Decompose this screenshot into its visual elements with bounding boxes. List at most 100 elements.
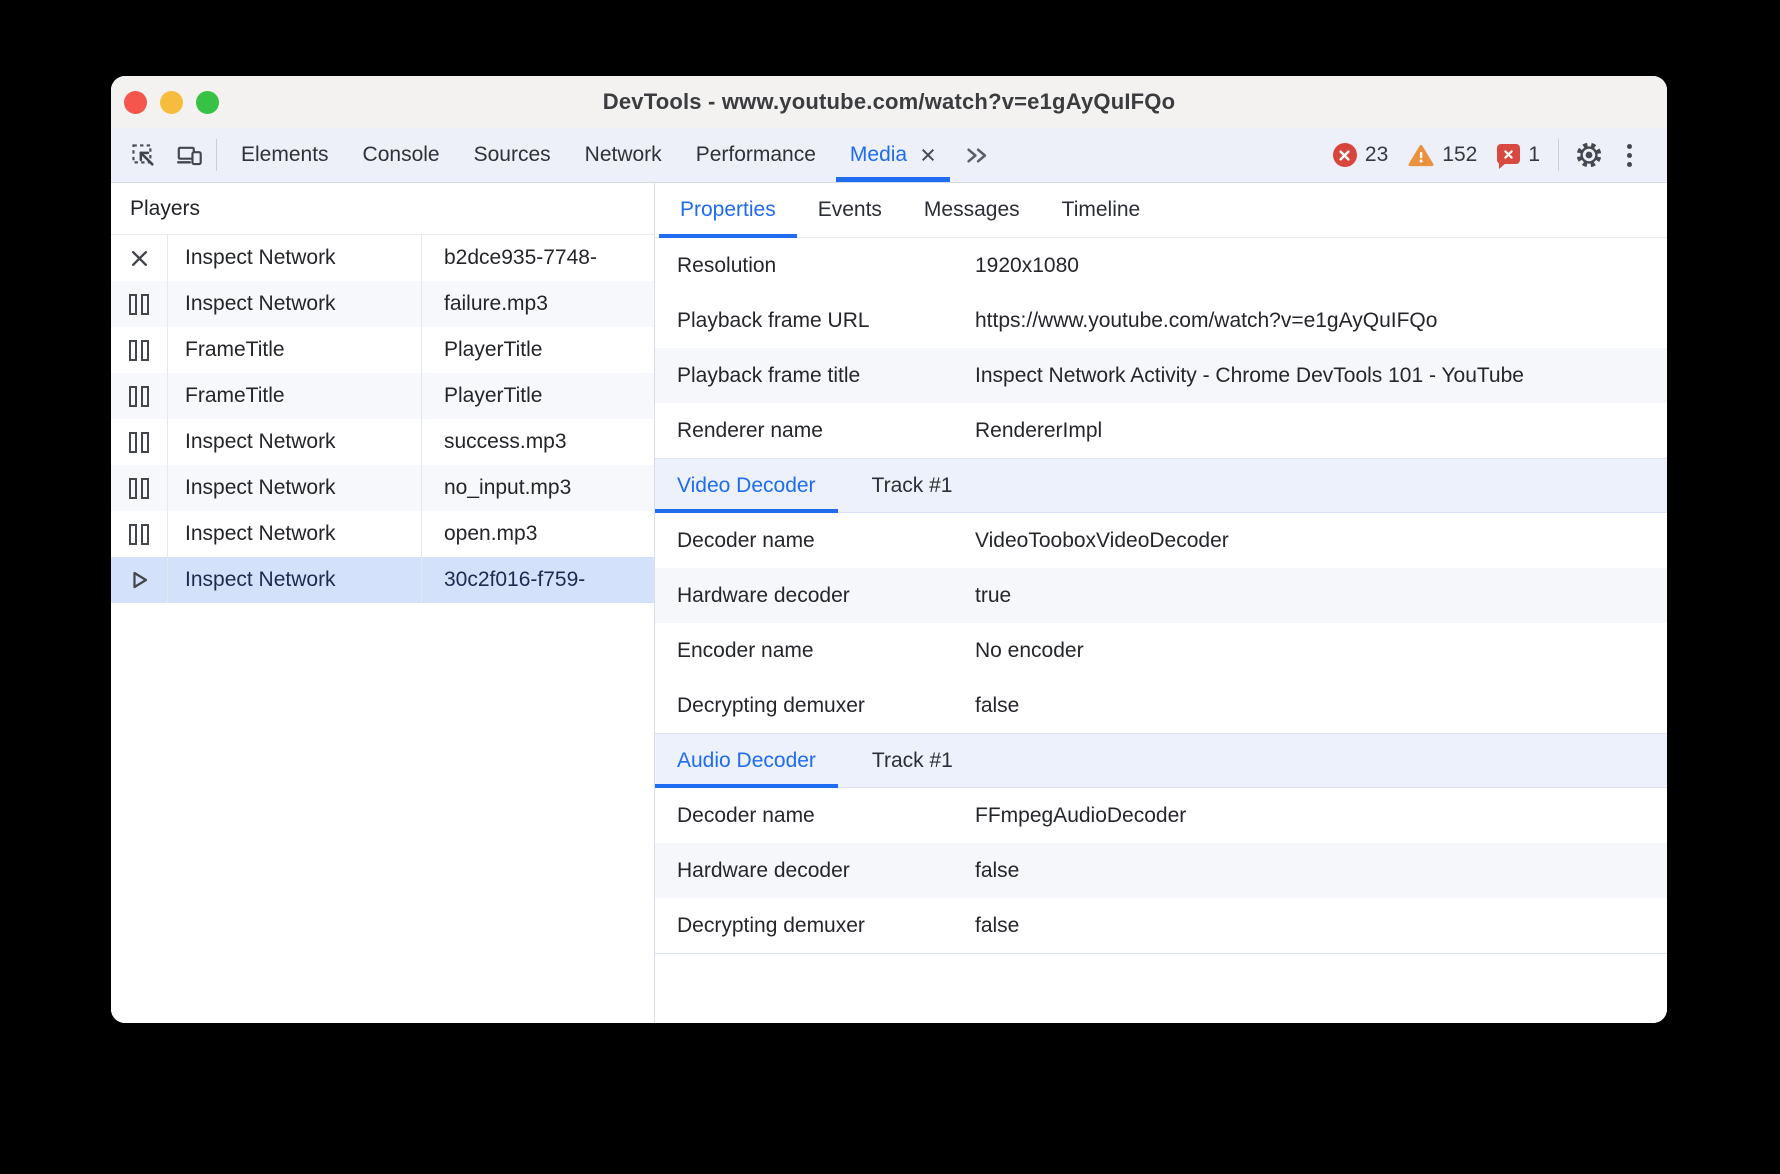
pause-bar [141,386,149,407]
player-row-icon-cell [111,419,168,465]
warning-status[interactable]: 152 [1408,143,1477,167]
section-tab-audio-decoder[interactable]: Audio Decoder [655,734,838,787]
player-row-name: FrameTitle [168,373,422,419]
tab-sources[interactable]: Sources [457,128,568,182]
player-row-icon-cell [111,281,168,327]
detail-body: Resolution1920x1080Playback frame URLhtt… [655,238,1667,1023]
minimize-window-button[interactable] [160,91,183,114]
tab-label: Network [585,143,662,167]
play-icon [128,569,150,591]
tab-label: Console [363,143,440,167]
player-row[interactable]: FrameTitlePlayerTitle [111,373,654,419]
player-row[interactable]: Inspect Network30c2f016-f759- [111,557,654,603]
close-icon [130,249,149,268]
property-value: Inspect Network Activity - Chrome DevToo… [975,364,1667,388]
player-row-value: 30c2f016-f759- [422,557,654,603]
player-row-name: Inspect Network [168,557,422,603]
tab-label: Media [850,143,907,167]
player-row-name: Inspect Network [168,511,422,557]
pause-bar [129,294,137,315]
pause-bar [141,340,149,361]
toolbar-divider [216,139,217,171]
kebab-dot [1627,162,1632,167]
inspect-cursor-icon [130,142,156,168]
section-tab-video-decoder[interactable]: Video Decoder [655,459,838,512]
close-window-button[interactable] [124,91,147,114]
pause-bar [129,432,137,453]
tab-performance[interactable]: Performance [679,128,833,182]
player-row[interactable]: Inspect Networkno_input.mp3 [111,465,654,511]
players-panel-filler [111,603,654,1023]
tab-network[interactable]: Network [568,128,679,182]
players-panel-title: Players [111,183,654,235]
gear-icon [1575,141,1603,169]
player-row-name: FrameTitle [168,327,422,373]
tab-console[interactable]: Console [346,128,457,182]
pause-icon [129,294,149,315]
more-tabs-button[interactable] [953,128,1001,182]
pause-icon [129,432,149,453]
settings-button[interactable] [1569,134,1609,176]
player-row[interactable]: Inspect Networksuccess.mp3 [111,419,654,465]
pause-bar [129,340,137,361]
section-tab-track[interactable]: Track #1 [850,459,975,512]
property-value: RendererImpl [975,419,1667,443]
devtools-content: Players Inspect Networkb2dce935-7748-Ins… [111,183,1667,1023]
property-row: Renderer nameRendererImpl [655,403,1667,458]
detail-tab-messages[interactable]: Messages [903,183,1041,237]
close-panel-tab-icon[interactable]: × [920,145,936,165]
detail-tab-properties[interactable]: Properties [659,183,797,237]
property-label: Encoder name [655,639,975,663]
players-panel: Players Inspect Networkb2dce935-7748-Ins… [111,183,655,1023]
property-value: VideoTooboxVideoDecoder [975,529,1667,553]
property-value: false [975,694,1667,718]
more-options-button[interactable] [1609,134,1649,176]
player-row-value: PlayerTitle [422,373,654,419]
property-row: Encoder nameNo encoder [655,623,1667,678]
title-bar: DevTools - www.youtube.com/watch?v=e1gAy… [111,76,1667,128]
issues-status[interactable]: 1 [1497,143,1540,167]
warning-icon [1408,144,1434,167]
player-row[interactable]: FrameTitlePlayerTitle [111,327,654,373]
player-row-value: b2dce935-7748- [422,235,654,281]
window-title: DevTools - www.youtube.com/watch?v=e1gAy… [603,89,1176,115]
tab-media[interactable]: Media × [833,128,953,182]
toggle-device-toolbar-button[interactable] [169,134,209,176]
detail-tab-timeline[interactable]: Timeline [1041,183,1162,237]
error-icon [1333,143,1357,167]
property-value: No encoder [975,639,1667,663]
property-row: Resolution1920x1080 [655,238,1667,293]
inspect-element-button[interactable] [123,134,163,176]
property-row: Playback frame titleInspect Network Acti… [655,348,1667,403]
pause-icon [129,478,149,499]
zoom-window-button[interactable] [196,91,219,114]
property-value: false [975,914,1667,938]
detail-tab-events[interactable]: Events [797,183,903,237]
detail-tab-strip: PropertiesEventsMessagesTimeline [655,183,1667,238]
property-label: Decrypting demuxer [655,914,975,938]
property-value: https://www.youtube.com/watch?v=e1gAyQuI… [975,309,1667,333]
player-row[interactable]: Inspect Networkopen.mp3 [111,511,654,557]
tab-elements[interactable]: Elements [224,128,346,182]
player-row[interactable]: Inspect Networkb2dce935-7748- [111,235,654,281]
section-tab-track[interactable]: Track #1 [850,734,975,787]
traffic-lights [124,76,219,128]
property-label: Decoder name [655,529,975,553]
double-chevron-icon [965,146,989,165]
player-row-icon-cell [111,327,168,373]
tab-label: Sources [474,143,551,167]
property-label: Playback frame URL [655,309,975,333]
property-row: Playback frame URLhttps://www.youtube.co… [655,293,1667,348]
player-row[interactable]: Inspect Networkfailure.mp3 [111,281,654,327]
property-row: Hardware decoderfalse [655,843,1667,898]
property-label: Playback frame title [655,364,975,388]
warning-count: 152 [1442,143,1477,167]
property-label: Hardware decoder [655,584,975,608]
pause-bar [141,432,149,453]
property-row: Decrypting demuxerfalse [655,898,1667,953]
player-row-value: failure.mp3 [422,281,654,327]
error-status[interactable]: 23 [1333,143,1388,167]
player-row-icon-cell [111,235,168,281]
section-tab-strip: Audio DecoderTrack #1 [655,733,1667,788]
player-row-icon-cell [111,373,168,419]
